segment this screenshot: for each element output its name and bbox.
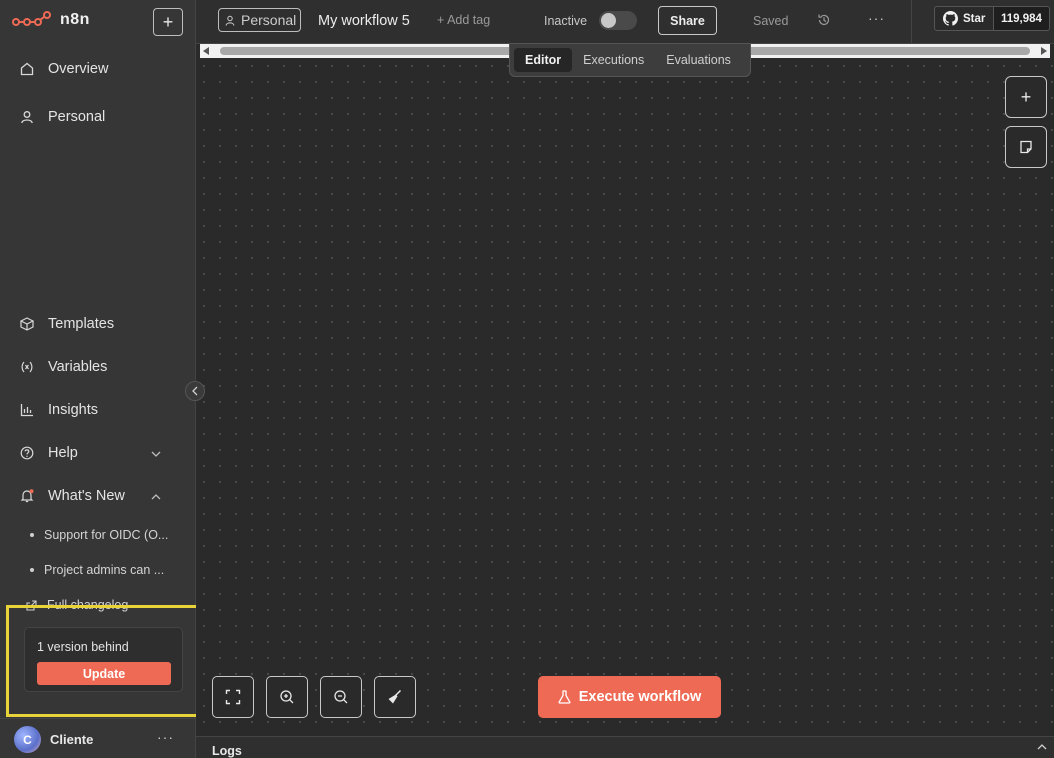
sidebar-item-label: What's New bbox=[48, 488, 125, 504]
add-tag-button[interactable]: + Add tag bbox=[437, 13, 490, 27]
update-button[interactable]: Update bbox=[37, 662, 171, 685]
fit-view-icon bbox=[225, 689, 241, 705]
bullet bbox=[30, 568, 34, 572]
zoom-in-button[interactable] bbox=[266, 676, 308, 718]
logs-label: Logs bbox=[212, 744, 242, 758]
user-icon bbox=[225, 15, 235, 26]
sidebar-item-variables[interactable]: Variables bbox=[20, 359, 107, 375]
project-chip-label: Personal bbox=[241, 12, 297, 28]
tab-editor[interactable]: Editor bbox=[514, 48, 573, 72]
news-item[interactable]: Project admins can ... bbox=[30, 563, 180, 577]
news-item[interactable]: Support for OIDC (O... bbox=[30, 528, 180, 542]
chevron-left-icon bbox=[192, 386, 198, 396]
add-node-button[interactable]: + bbox=[1005, 76, 1047, 118]
sidebar-item-label: Personal bbox=[48, 109, 106, 125]
workflow-canvas[interactable] bbox=[196, 58, 1054, 736]
sidebar-item-whats-new[interactable]: What's New bbox=[20, 488, 125, 504]
variables-icon bbox=[21, 361, 33, 373]
broom-icon bbox=[388, 689, 402, 704]
workflow-name[interactable]: My workflow 5 bbox=[318, 13, 410, 29]
sidebar-item-insights[interactable]: Insights bbox=[20, 402, 98, 418]
full-changelog-link[interactable]: Full changelog bbox=[26, 598, 176, 612]
sidebar-item-label: Templates bbox=[48, 316, 115, 332]
changelog-label: Full changelog bbox=[47, 598, 129, 612]
sidebar-item-help[interactable]: Help bbox=[20, 445, 78, 461]
tidy-up-button[interactable] bbox=[374, 676, 416, 718]
update-notice: 1 version behind Update bbox=[24, 627, 183, 692]
help-icon bbox=[20, 446, 34, 460]
chart-icon bbox=[20, 404, 33, 417]
sidebar-item-label: Variables bbox=[48, 359, 108, 375]
sidebar-item-label: Overview bbox=[48, 61, 109, 77]
tab-evaluations[interactable]: Evaluations bbox=[655, 48, 742, 72]
share-button[interactable]: Share bbox=[658, 6, 717, 35]
n8n-logo[interactable]: n8n bbox=[12, 10, 90, 30]
sidebar-item-label: Help bbox=[48, 445, 78, 461]
avatar[interactable]: C bbox=[14, 726, 41, 753]
chevron-up-icon[interactable] bbox=[1036, 743, 1048, 751]
news-item-label: Project admins can ... bbox=[44, 563, 165, 577]
sidebar-item-personal[interactable]: Personal bbox=[20, 109, 105, 125]
box-icon bbox=[20, 317, 34, 331]
chevron-up-icon[interactable] bbox=[150, 493, 162, 501]
more-options-icon[interactable]: ··· bbox=[868, 10, 885, 26]
github-star-count[interactable]: 119,984 bbox=[994, 6, 1050, 31]
sidebar-item-label: Insights bbox=[48, 402, 98, 418]
github-star-button[interactable]: Star bbox=[934, 6, 995, 31]
view-tabs: Editor Executions Evaluations bbox=[509, 43, 751, 77]
header: Personal My workflow 5 + Add tag Inactiv… bbox=[196, 0, 1054, 44]
create-new-button[interactable]: + bbox=[153, 8, 183, 36]
chevron-down-icon[interactable] bbox=[150, 450, 162, 458]
news-item-label: Support for OIDC (O... bbox=[44, 528, 169, 542]
version-behind-text: 1 version behind bbox=[37, 640, 129, 654]
history-icon[interactable] bbox=[817, 13, 831, 27]
saved-status: Saved bbox=[753, 14, 789, 28]
github-area: Star 119,984 bbox=[911, 0, 1054, 44]
collapse-sidebar-button[interactable] bbox=[185, 381, 205, 401]
execute-workflow-label: Execute workflow bbox=[578, 689, 702, 705]
external-link-icon bbox=[26, 599, 37, 611]
user-menu[interactable]: C Cliente ··· bbox=[0, 718, 196, 758]
toggle-knob bbox=[601, 13, 616, 28]
execute-workflow-button[interactable]: Execute workflow bbox=[538, 676, 721, 718]
zoom-out-icon bbox=[334, 690, 348, 704]
user-more-icon[interactable]: ··· bbox=[157, 729, 174, 745]
tab-executions[interactable]: Executions bbox=[572, 48, 655, 72]
home-icon bbox=[20, 62, 34, 76]
logs-panel[interactable]: Logs bbox=[196, 736, 1054, 758]
zoom-in-icon bbox=[280, 690, 294, 704]
sticky-note-button[interactable] bbox=[1005, 126, 1047, 168]
sticky-note-icon bbox=[1020, 140, 1032, 154]
bell-icon bbox=[20, 489, 34, 503]
sidebar-item-overview[interactable]: Overview bbox=[20, 61, 108, 77]
scroll-left-arrow[interactable] bbox=[203, 47, 209, 55]
bullet bbox=[30, 533, 34, 537]
github-icon bbox=[943, 11, 958, 26]
user-icon bbox=[21, 111, 33, 124]
project-chip[interactable]: Personal bbox=[218, 8, 302, 32]
zoom-out-button[interactable] bbox=[320, 676, 362, 718]
user-name: Cliente bbox=[50, 732, 94, 747]
fit-view-button[interactable] bbox=[212, 676, 254, 718]
status-label: Inactive bbox=[544, 14, 588, 28]
sidebar-item-templates[interactable]: Templates bbox=[20, 316, 114, 332]
n8n-logo-icon bbox=[12, 11, 51, 26]
sidebar: n8n + Overview Personal Templates Variab… bbox=[0, 0, 196, 758]
logo-text: n8n bbox=[60, 11, 90, 28]
scroll-right-arrow[interactable] bbox=[1041, 47, 1047, 55]
flask-icon bbox=[558, 690, 571, 704]
active-toggle[interactable] bbox=[599, 11, 637, 30]
github-star-label: Star bbox=[963, 12, 986, 25]
